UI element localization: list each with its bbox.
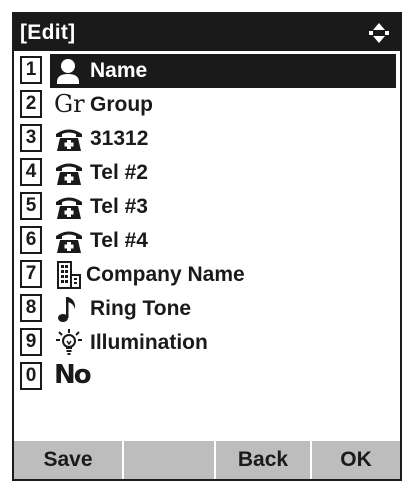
item-number: 4 — [20, 158, 42, 186]
softkey-bar: Save Back OK — [14, 439, 400, 479]
menu-item-selection[interactable]: Illumination — [50, 326, 396, 360]
title-bar: [Edit] — [14, 14, 400, 51]
number-no-icon: No — [54, 360, 92, 390]
up-down-arrow-icon — [366, 21, 392, 45]
menu-item-selection[interactable]: Gr Group — [50, 88, 396, 122]
item-label: Company Name — [86, 263, 245, 286]
telephone-icon — [54, 227, 84, 255]
menu-item-selection[interactable]: Ring Tone — [50, 292, 396, 326]
item-label: Tel #2 — [90, 161, 148, 184]
item-number: 1 — [20, 56, 42, 84]
menu-item-name[interactable]: 1 Name — [20, 54, 396, 88]
menu-item-selection[interactable]: No — [50, 360, 396, 394]
menu-item-tel-2[interactable]: 4 Tel #2 — [20, 156, 396, 190]
item-number: 2 — [20, 90, 42, 118]
item-number: 6 — [20, 226, 42, 254]
menu-item-selection[interactable]: Tel #3 — [50, 190, 396, 224]
ok-softkey[interactable]: OK — [312, 441, 400, 479]
menu-item-selection[interactable]: Tel #4 — [50, 224, 396, 258]
menu-item-tel-3[interactable]: 5 Tel #3 — [20, 190, 396, 224]
item-number: 9 — [20, 328, 42, 356]
group-gr-icon: Gr — [54, 90, 85, 118]
menu-item-number[interactable]: 0 No — [20, 360, 396, 394]
item-label: 31312 — [90, 127, 149, 150]
telephone-icon — [54, 193, 84, 221]
menu-item-company-name[interactable]: 7 Company Name — [20, 258, 396, 292]
item-label: Tel #4 — [90, 229, 148, 252]
menu-item-selection[interactable]: 31312 — [50, 122, 396, 156]
item-label: Ring Tone — [90, 297, 192, 320]
menu-item-group[interactable]: 2 Gr Group — [20, 88, 396, 122]
person-icon — [54, 57, 84, 85]
menu-item-tel-1[interactable]: 3 31312 — [20, 122, 396, 156]
item-label: Name — [90, 59, 148, 82]
blank-softkey[interactable] — [124, 441, 216, 479]
item-number: 3 — [20, 124, 42, 152]
item-label: Group — [90, 93, 153, 116]
menu-item-selection[interactable]: Company Name — [50, 258, 396, 292]
menu-item-selection[interactable]: Tel #2 — [50, 156, 396, 190]
item-number: 7 — [20, 260, 42, 288]
music-note-icon — [54, 295, 84, 323]
phone-display: [Edit] 1 Name 2 Gr Group 3 31312 4 Tel #… — [12, 12, 402, 481]
save-softkey[interactable]: Save — [14, 441, 124, 479]
light-bulb-icon — [54, 329, 84, 357]
telephone-icon — [54, 125, 84, 153]
menu-item-illumination[interactable]: 9 Illumination — [20, 326, 396, 360]
telephone-icon — [54, 159, 84, 187]
menu-item-ring-tone[interactable]: 8 Ring Tone — [20, 292, 396, 326]
page-title: [Edit] — [20, 21, 76, 44]
menu-item-tel-4[interactable]: 6 Tel #4 — [20, 224, 396, 258]
menu-item-selection[interactable]: Name — [50, 54, 396, 88]
back-softkey[interactable]: Back — [216, 441, 312, 479]
item-number: 5 — [20, 192, 42, 220]
item-number: 0 — [20, 362, 42, 390]
item-number: 8 — [20, 294, 42, 322]
item-label: Tel #3 — [90, 195, 148, 218]
item-label: Illumination — [90, 331, 208, 354]
building-icon — [54, 261, 84, 289]
